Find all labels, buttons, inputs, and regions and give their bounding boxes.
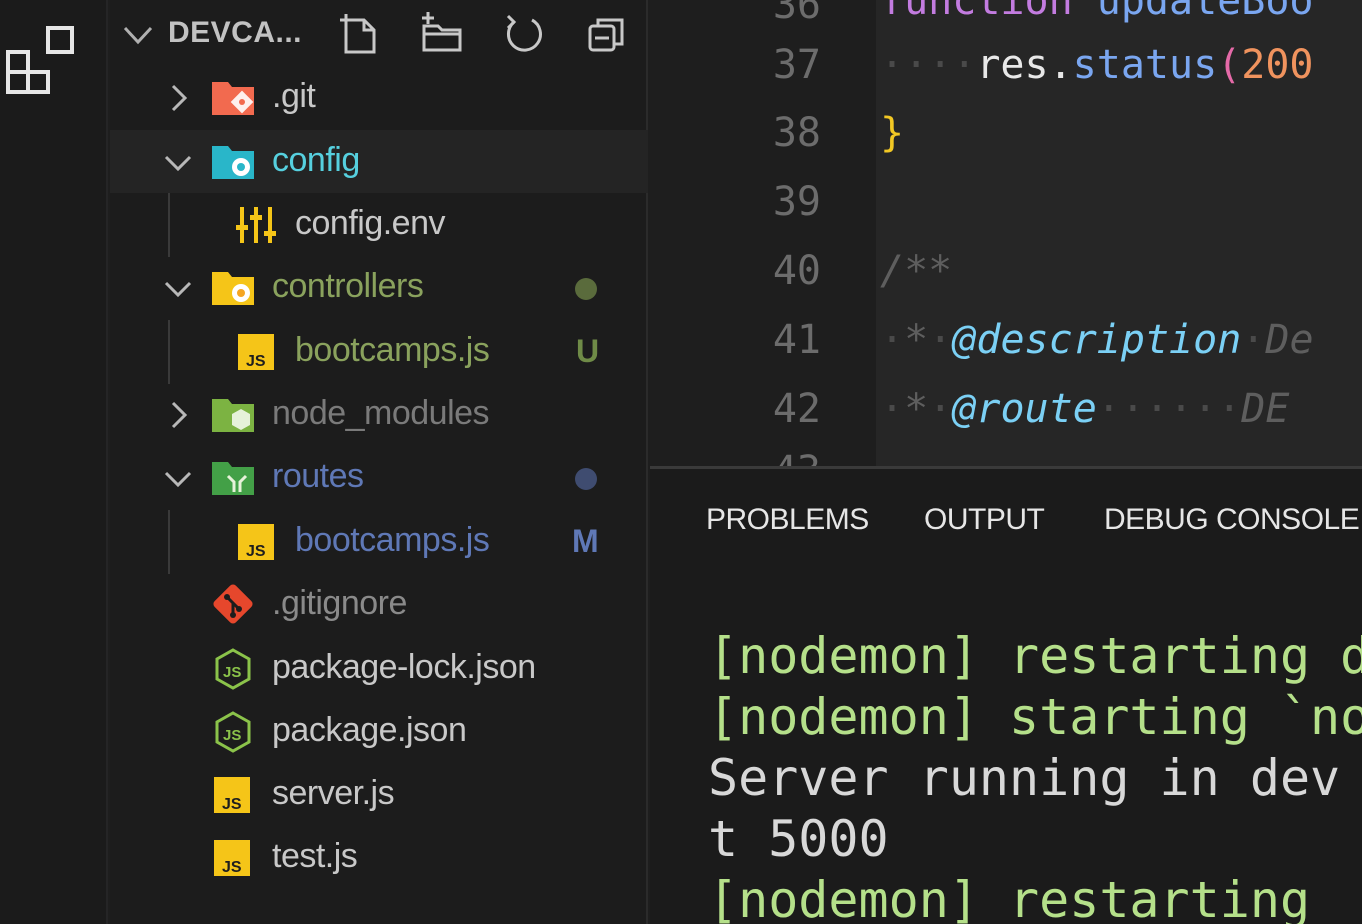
chevron-down-icon[interactable]: [122, 20, 154, 50]
line-number: 39: [772, 179, 821, 225]
tree-item-node-modules[interactable]: node_modules: [110, 383, 648, 446]
svg-text:JS: JS: [222, 796, 242, 813]
new-file-icon[interactable]: [338, 12, 382, 56]
tree-item-server[interactable]: JS server.js: [110, 763, 648, 826]
tree-item-label: bootcamps.js: [295, 331, 490, 369]
chevron-down-icon: [164, 471, 192, 488]
line-number-gutter: 36 37 38 39 40 41 42 43: [650, 0, 865, 466]
svg-text:JS: JS: [223, 727, 241, 744]
git-status-badge: M: [572, 523, 599, 559]
explorer-sidebar: DEVCA... .git config config.env controll…: [110, 0, 648, 924]
new-folder-icon[interactable]: [420, 12, 464, 56]
tree-item-label: config.env: [295, 204, 446, 242]
line-number: 42: [772, 386, 821, 432]
git-status-dot: [575, 278, 597, 300]
line-number: 43: [773, 448, 821, 466]
code-line-42: ·*·@route······DE: [880, 386, 1290, 432]
tree-item-label: package.json: [272, 711, 467, 749]
tree-item-label: bootcamps.js: [295, 521, 490, 559]
svg-text:JS: JS: [246, 353, 266, 370]
javascript-file-icon: JS: [214, 777, 250, 813]
tree-item-package-lock[interactable]: JS package-lock.json: [110, 637, 648, 700]
routes-folder-icon: [212, 462, 254, 495]
collapse-all-icon[interactable]: [584, 12, 628, 56]
tree-item-test[interactable]: JS test.js: [110, 826, 648, 889]
svg-text:JS: JS: [222, 859, 242, 876]
tree-item-label: test.js: [272, 837, 358, 875]
tree-item-controllers-bootcamps[interactable]: JS bootcamps.js U: [110, 320, 648, 383]
code-line-38: }: [880, 110, 905, 156]
tree-item-routes[interactable]: routes: [110, 446, 648, 509]
tree-item-label: node_modules: [272, 394, 490, 432]
terminal-line: t 5000: [708, 810, 889, 868]
code-area[interactable]: function updateBoo ····res.status(200 } …: [876, 0, 1362, 466]
chevron-right-icon: [171, 401, 188, 429]
svg-text:JS: JS: [246, 543, 266, 560]
tree-item-gitignore[interactable]: .gitignore: [110, 573, 648, 636]
git-folder-icon: [212, 82, 254, 115]
code-line-40: /**: [880, 248, 953, 294]
config-folder-icon: [212, 146, 254, 179]
line-number: 36: [772, 0, 821, 28]
chevron-down-icon: [164, 281, 192, 298]
nodejs-icon: JS: [215, 648, 251, 690]
terminal-line: Server running in dev: [708, 749, 1341, 807]
bottom-panel: PROBLEMS OUTPUT DEBUG CONSOLE [nodemon] …: [650, 466, 1362, 924]
tree-item-label: .gitignore: [272, 584, 407, 622]
extensions-icon[interactable]: [4, 22, 78, 96]
tree-item-config[interactable]: config: [110, 130, 648, 193]
explorer-header: DEVCA...: [110, 0, 648, 68]
chevron-right-icon: [171, 84, 188, 112]
tree-item-package[interactable]: JS package.json: [110, 700, 648, 763]
controllers-folder-icon: [212, 272, 254, 305]
settings-sliders-icon: [236, 207, 276, 243]
git-status-badge: U: [576, 333, 600, 369]
tree-item-label: server.js: [272, 774, 395, 812]
node-folder-icon: [212, 399, 254, 432]
code-line-37: ····res.status(200: [880, 42, 1314, 88]
line-number: 38: [772, 110, 821, 156]
svg-text:JS: JS: [223, 664, 241, 681]
tree-item-label: config: [272, 141, 360, 179]
nodejs-icon: JS: [215, 711, 251, 753]
tree-item-controllers[interactable]: controllers: [110, 256, 648, 319]
terminal-line: [nodemon] restarting: [708, 871, 1311, 924]
chevron-down-icon: [164, 155, 192, 172]
code-editor[interactable]: 36 37 38 39 40 41 42 43 function updateB…: [650, 0, 1362, 466]
tab-debug-console[interactable]: DEBUG CONSOLE: [1104, 503, 1360, 537]
tree-item-label: controllers: [272, 267, 424, 305]
javascript-file-icon: JS: [238, 524, 274, 560]
explorer-title[interactable]: DEVCA...: [168, 16, 302, 50]
tree-item-label: .git: [272, 77, 316, 115]
terminal-line: [nodemon] starting `no: [708, 688, 1362, 746]
git-status-dot: [575, 468, 597, 490]
line-number: 41: [772, 317, 821, 363]
tree-item-git[interactable]: .git: [110, 66, 648, 129]
tree-item-config-env[interactable]: config.env: [110, 193, 648, 256]
activity-bar: [0, 0, 108, 924]
tab-output[interactable]: OUTPUT: [924, 503, 1045, 537]
tree-item-routes-bootcamps[interactable]: JS bootcamps.js M: [110, 510, 648, 573]
javascript-file-icon: JS: [238, 334, 274, 370]
tab-problems[interactable]: PROBLEMS: [706, 503, 869, 537]
code-line-36: function updateBoo: [880, 0, 1314, 24]
refresh-icon[interactable]: [502, 12, 546, 56]
terminal-line: [nodemon] restarting d: [708, 627, 1362, 685]
tree-item-label: package-lock.json: [272, 648, 536, 686]
line-number: 37: [772, 42, 821, 88]
javascript-file-icon: JS: [214, 840, 250, 876]
git-icon: [213, 584, 253, 624]
line-number: 40: [772, 248, 821, 294]
tree-item-label: routes: [272, 457, 364, 495]
code-line-41: ·*·@description·De: [880, 317, 1314, 363]
